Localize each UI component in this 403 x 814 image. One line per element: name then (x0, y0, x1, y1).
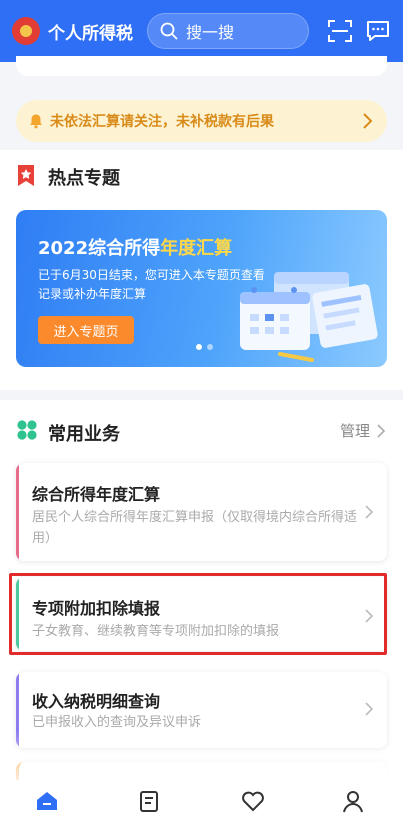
calendar-illustration-icon (240, 272, 378, 362)
annual-settlement-banner[interactable]: 2022综合所得年度汇算 已于6月30日结束，您可进入本专题页查看记录或补办年度… (16, 210, 387, 367)
service-card-annual-settlement[interactable]: 综合所得年度汇算 居民个人综合所得年度汇算申报（仅取得境内综合所得适用） (16, 463, 387, 561)
app-title: 个人所得税 (48, 23, 133, 44)
service-desc: 居民个人综合所得年度汇算申报（仅取得境内综合所得适用） (32, 510, 358, 546)
carousel-dots (196, 344, 213, 350)
scan-icon[interactable] (327, 18, 353, 44)
bookmark-star-icon (18, 165, 34, 186)
service-title: 收入纳税明细查询 (32, 692, 161, 711)
search-placeholder: 搜一搜 (186, 23, 235, 42)
notice-bar[interactable]: 未依法汇算请关注，未补税款有后果 (16, 100, 387, 142)
common-services-title: 常用业务 (48, 424, 120, 445)
service-icon[interactable] (137, 788, 163, 814)
search-input[interactable]: 搜一搜 (147, 13, 309, 49)
chevron-right-icon (365, 505, 373, 519)
chevron-right-icon (377, 423, 385, 438)
top-card (16, 56, 387, 76)
service-title: 综合所得年度汇算 (32, 485, 161, 504)
emblem-logo (12, 17, 40, 45)
search-icon (160, 22, 178, 40)
notice-text: 未依法汇算请关注，未补税款有后果 (50, 114, 274, 130)
message-icon[interactable] (365, 18, 391, 44)
heart-icon[interactable] (240, 788, 266, 814)
home-icon[interactable] (34, 788, 60, 814)
highlight-box (9, 573, 387, 655)
bell-icon (30, 114, 42, 129)
bottom-nav (0, 780, 403, 814)
banner-title: 2022综合所得年度汇算 (38, 238, 233, 259)
hot-topics-title: 热点专题 (48, 168, 120, 189)
chevron-right-icon (363, 113, 373, 129)
enter-topic-button[interactable]: 进入专题页 (38, 316, 134, 344)
profile-icon[interactable] (340, 788, 366, 814)
grid-clover-icon (17, 420, 37, 440)
chevron-right-icon (365, 702, 373, 716)
manage-button[interactable]: 管理 (340, 420, 385, 441)
top-header: 个人所得税 搜一搜 (0, 0, 403, 62)
